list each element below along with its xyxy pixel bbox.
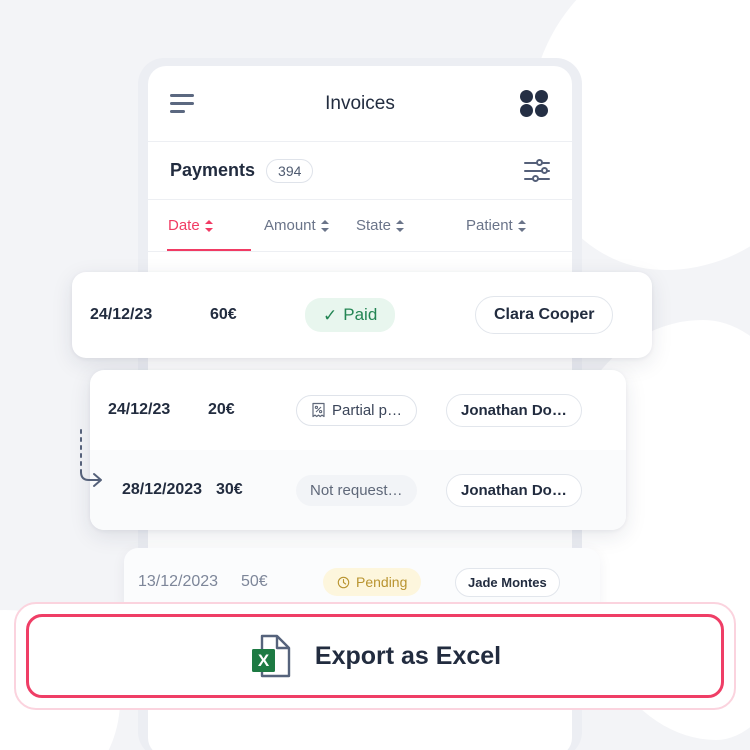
sort-chevron-icon	[517, 219, 527, 233]
payments-label: Payments	[170, 160, 256, 180]
column-header-date[interactable]: Date	[167, 217, 264, 251]
row-amount: 60€	[210, 306, 237, 323]
table-row[interactable]: 24/12/23 60€ ✓ Paid Clara Cooper	[72, 272, 652, 358]
row-date: 28/12/2023	[122, 481, 203, 498]
sort-chevron-icon	[320, 219, 330, 233]
column-header-state[interactable]: State	[356, 217, 466, 234]
table-row-group: 24/12/23 20€ Partial p… Jonathan Do… 28/…	[80, 370, 626, 530]
screenshot-root: Invoices Payments 394 Date Amount State …	[0, 0, 750, 750]
row-patient[interactable]: Jonathan Do…	[446, 393, 582, 427]
row-state[interactable]: Not request…	[296, 474, 446, 506]
row-state-label: Not request…	[296, 474, 417, 506]
row-state-label: Pending	[356, 574, 408, 590]
table-column-headers: Date Amount State Patient	[148, 200, 572, 252]
excel-file-icon: X	[249, 633, 293, 679]
check-icon: ✓	[323, 305, 338, 325]
row-state[interactable]: Partial p…	[296, 394, 446, 426]
row-patient[interactable]: Jade Montes	[455, 567, 560, 597]
clock-icon	[337, 576, 350, 588]
filter-sliders-icon[interactable]	[524, 158, 550, 182]
svg-text:X: X	[258, 651, 270, 670]
column-header-date-label: Date	[168, 217, 200, 234]
payments-count-badge: 394	[266, 158, 314, 183]
row-date: 24/12/23	[108, 401, 171, 418]
row-state[interactable]: ✓ Paid	[305, 298, 475, 332]
column-header-state-label: State	[356, 217, 392, 234]
export-as-excel-button[interactable]: X Export as Excel	[26, 614, 724, 698]
row-date: 13/12/2023	[138, 573, 219, 590]
row-amount: 20€	[208, 401, 235, 418]
row-state-label: Paid	[343, 305, 378, 324]
page-title: Invoices	[325, 92, 395, 114]
row-amount: 50€	[241, 573, 268, 590]
row-patient[interactable]: Clara Cooper	[475, 296, 614, 334]
row-patient[interactable]: Jonathan Do…	[446, 473, 582, 507]
sort-chevron-icon	[204, 219, 214, 233]
column-header-amount[interactable]: Amount	[264, 217, 356, 234]
payments-bar: Payments 394	[148, 142, 572, 200]
row-state-label: Partial p…	[332, 401, 403, 419]
grid-dots-icon[interactable]	[520, 89, 550, 118]
export-button-halo: X Export as Excel	[14, 602, 736, 710]
branch-arrow-icon	[80, 429, 102, 487]
sort-chevron-icon	[396, 219, 405, 233]
table-row[interactable]: 24/12/23 20€ Partial p… Jonathan Do…	[90, 370, 626, 450]
export-button-label: Export as Excel	[314, 641, 502, 670]
table-row-nested[interactable]: 28/12/2023 30€ Not request… Jonathan Do…	[80, 429, 626, 530]
column-header-patient[interactable]: Patient	[466, 217, 527, 234]
app-bar: Invoices	[148, 66, 572, 142]
column-header-amount-label: Amount	[264, 217, 316, 234]
row-date: 24/12/23	[90, 306, 153, 323]
column-header-patient-label: Patient	[466, 217, 513, 234]
row-amount: 30€	[216, 481, 243, 498]
hamburger-menu-icon[interactable]	[170, 94, 196, 113]
row-state[interactable]: Pending	[323, 568, 455, 596]
receipt-percent-icon	[312, 402, 325, 417]
